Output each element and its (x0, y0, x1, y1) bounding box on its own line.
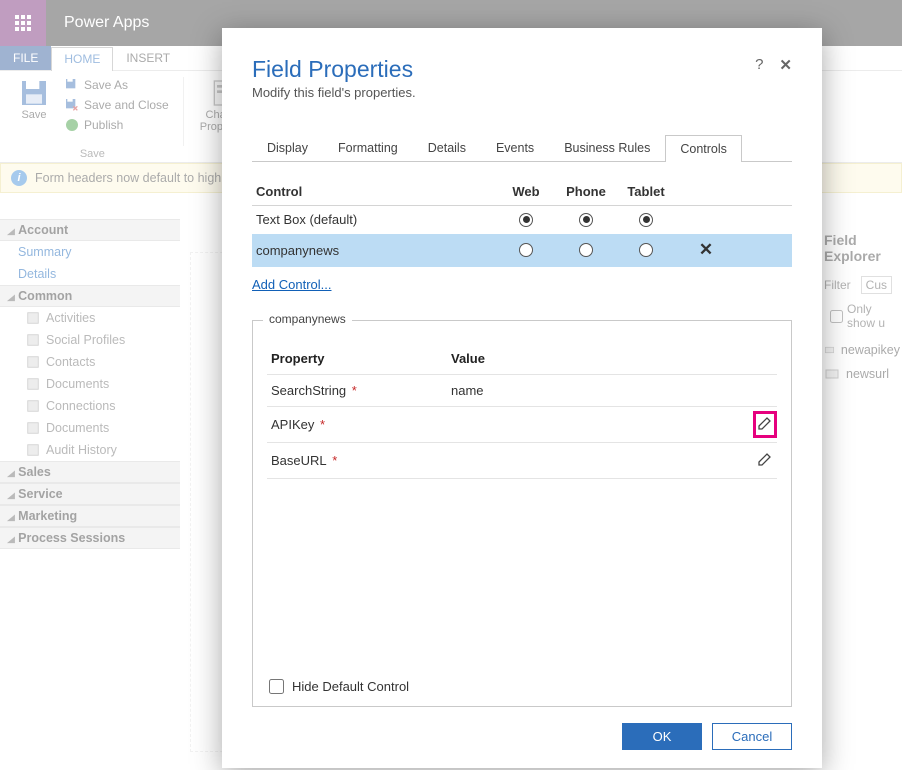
control-name: Text Box (default) (256, 212, 496, 227)
properties-header: Property Value (267, 343, 777, 375)
cancel-button[interactable]: Cancel (712, 723, 792, 750)
hide-default-checkbox[interactable] (269, 679, 284, 694)
dialog-tab[interactable]: Events (481, 134, 549, 161)
dialog-tabs: DisplayFormattingDetailsEventsBusiness R… (252, 134, 792, 162)
dialog-title: Field Properties (252, 56, 416, 83)
col-control: Control (256, 184, 496, 199)
ok-button[interactable]: OK (622, 723, 702, 750)
col-tablet: Tablet (616, 184, 676, 199)
close-button[interactable]: ✕ (779, 56, 792, 74)
dialog-tab[interactable]: Details (413, 134, 481, 161)
col-phone: Phone (556, 184, 616, 199)
control-row[interactable]: Text Box (default) (252, 206, 792, 234)
control-table-body: Text Box (default) companynews ✕ (252, 206, 792, 267)
properties-body: SearchString *name APIKey * BaseURL * (267, 375, 777, 479)
col-web: Web (496, 184, 556, 199)
control-properties-box: companynews Property Value SearchString … (252, 320, 792, 707)
property-name: BaseURL * (271, 453, 451, 468)
property-row: SearchString *name (267, 375, 777, 407)
dialog-tab[interactable]: Controls (665, 135, 742, 162)
property-value: name (451, 383, 733, 398)
add-control-link[interactable]: Add Control... (252, 277, 332, 292)
control-name: companynews (256, 243, 496, 258)
col-value: Value (451, 351, 733, 366)
dialog-subtitle: Modify this field's properties. (252, 85, 416, 100)
field-properties-dialog: Field Properties Modify this field's pro… (222, 28, 822, 768)
dialog-tab[interactable]: Formatting (323, 134, 413, 161)
control-table-header: Control Web Phone Tablet (252, 178, 792, 206)
radio-tablet[interactable] (639, 213, 653, 227)
property-name: APIKey * (271, 417, 451, 432)
dialog-tab[interactable]: Display (252, 134, 323, 161)
hide-default-control-row[interactable]: Hide Default Control (267, 669, 777, 696)
radio-web[interactable] (519, 243, 533, 257)
property-row: BaseURL * (267, 443, 777, 479)
property-row: APIKey * (267, 407, 777, 443)
control-row[interactable]: companynews ✕ (252, 234, 792, 267)
help-button[interactable]: ? (755, 56, 763, 74)
edit-property-button[interactable] (757, 451, 773, 470)
property-name: SearchString * (271, 383, 451, 398)
edit-property-button[interactable] (757, 415, 773, 434)
hide-default-label: Hide Default Control (292, 679, 409, 694)
dialog-tab[interactable]: Business Rules (549, 134, 665, 161)
control-table: Control Web Phone Tablet Text Box (defau… (252, 178, 792, 292)
radio-phone[interactable] (579, 213, 593, 227)
radio-phone[interactable] (579, 243, 593, 257)
radio-web[interactable] (519, 213, 533, 227)
dialog-buttons: OK Cancel (252, 723, 792, 750)
radio-tablet[interactable] (639, 243, 653, 257)
properties-legend: companynews (263, 312, 352, 326)
col-property: Property (271, 351, 451, 366)
remove-control-button[interactable]: ✕ (676, 240, 736, 260)
